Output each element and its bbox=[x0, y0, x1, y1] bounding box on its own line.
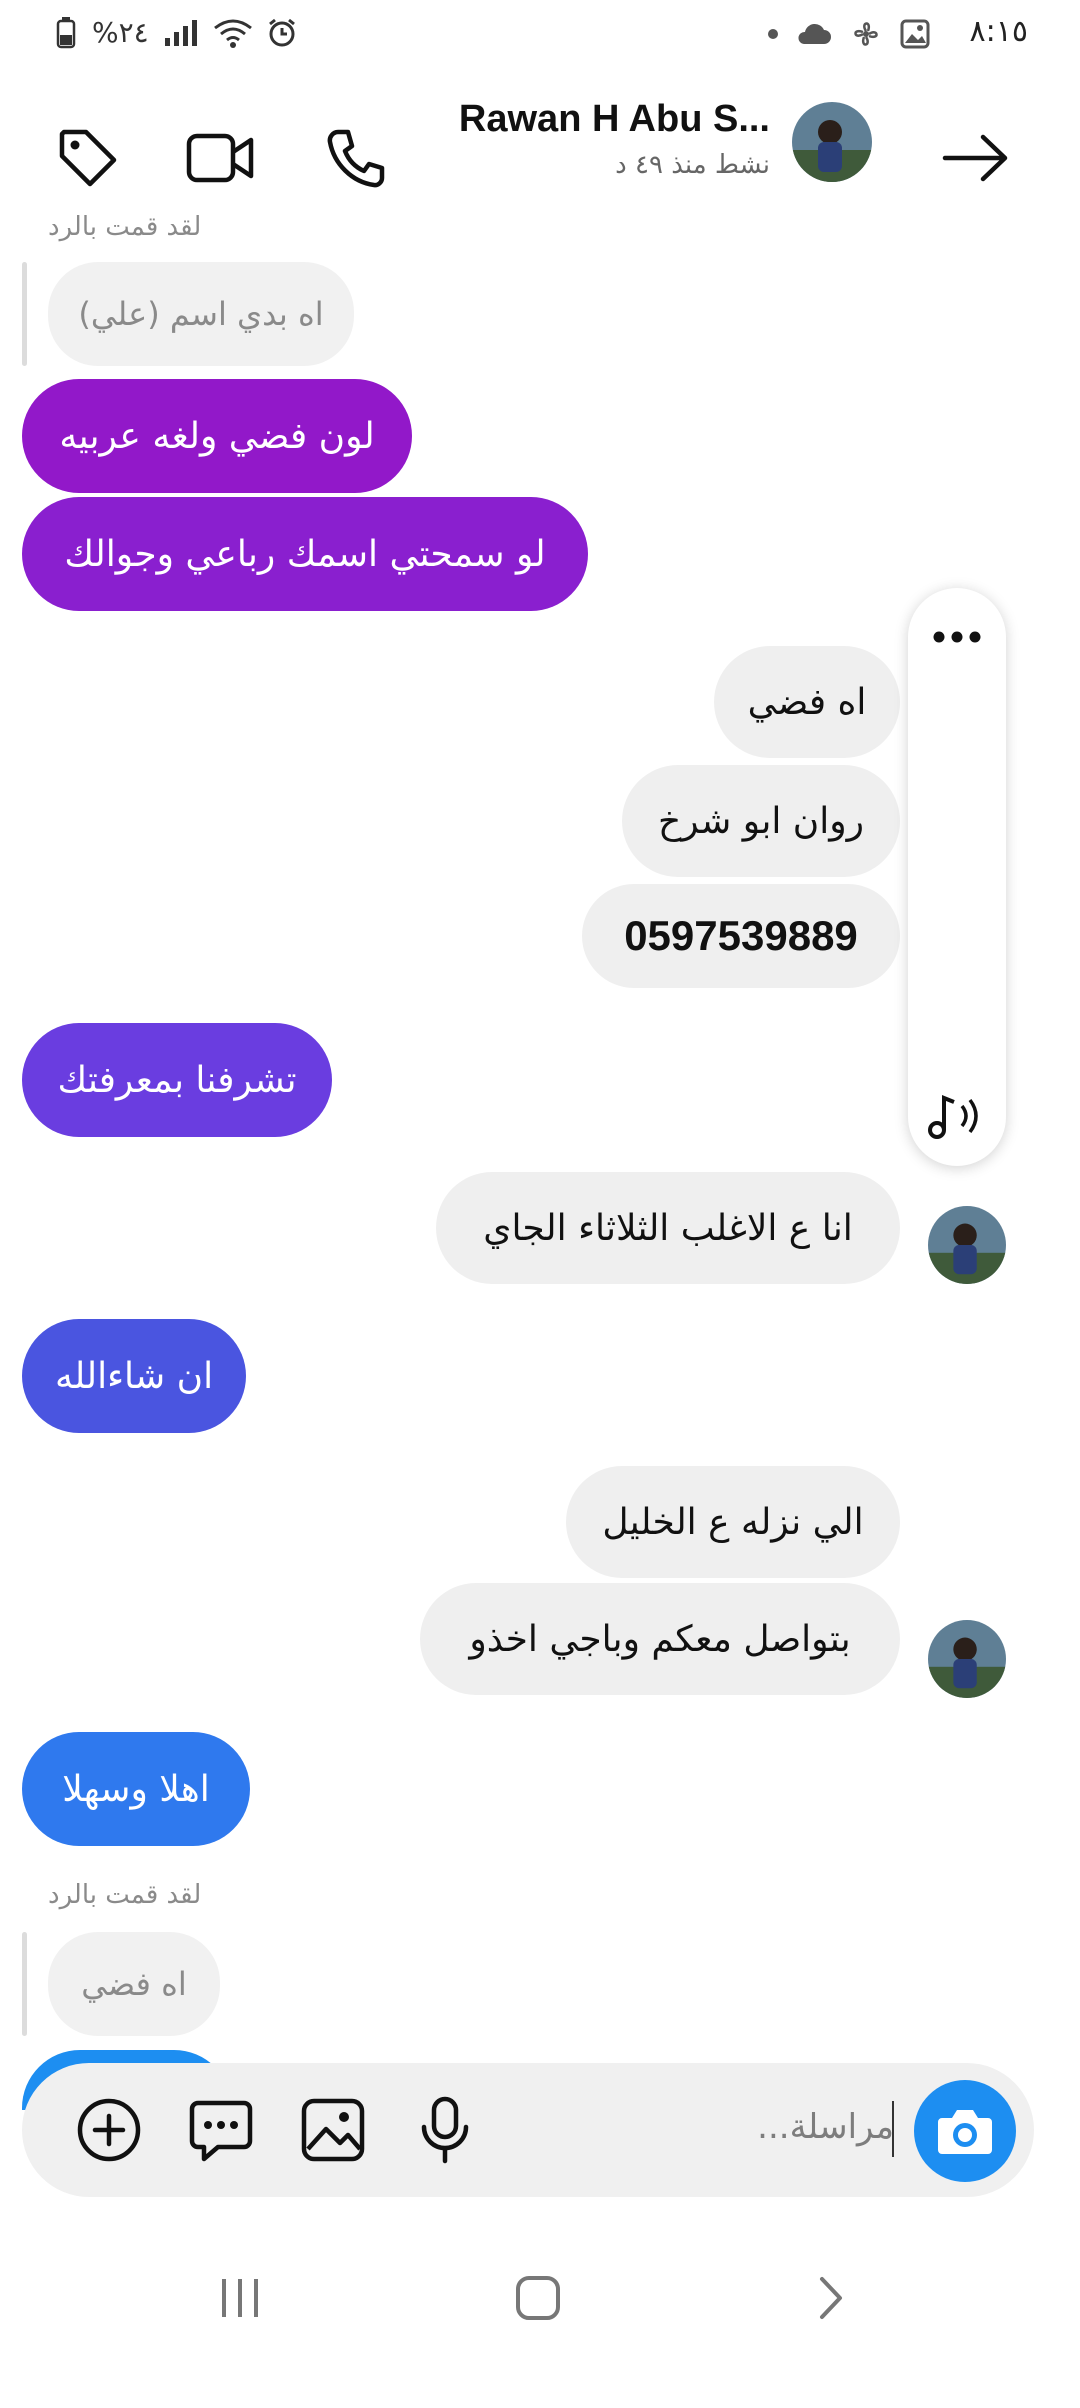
wifi-icon bbox=[213, 19, 252, 48]
arrow-right-icon bbox=[942, 134, 1008, 182]
notification-dot bbox=[768, 29, 778, 39]
sent-message[interactable]: اهلا وسهلا bbox=[22, 1732, 250, 1846]
video-icon bbox=[186, 133, 254, 183]
chat-header: Rawan H Abu S... نشط منذ ٤٩ د bbox=[0, 80, 1080, 220]
alarm-icon bbox=[268, 18, 295, 46]
tag-button[interactable] bbox=[50, 120, 126, 196]
sent-message[interactable]: لو سمحتي اسمك رباعي وجوالك bbox=[22, 497, 588, 611]
received-message[interactable]: الي نزله ع الخليل bbox=[566, 1466, 900, 1578]
battery-percent: %٢٤ bbox=[92, 16, 149, 49]
fan-icon bbox=[854, 22, 878, 46]
chevron-right-icon bbox=[820, 2277, 842, 2319]
received-message-phone[interactable]: 0597539889 bbox=[582, 884, 900, 988]
back-button[interactable] bbox=[938, 120, 1014, 196]
status-bar: %٢٤ ٨:١٥ bbox=[0, 0, 1080, 70]
text-cursor bbox=[892, 2101, 894, 2157]
add-button[interactable] bbox=[72, 2093, 146, 2167]
replied-label: لقد قمت بالرد bbox=[48, 212, 202, 242]
reply-quote[interactable]: اه فضي bbox=[48, 1932, 220, 2036]
recent-apps-button[interactable] bbox=[210, 2268, 270, 2328]
sent-message[interactable]: تشرفنا بمعرفتك bbox=[22, 1023, 332, 1137]
phone-icon bbox=[327, 129, 385, 188]
home-icon bbox=[516, 2276, 560, 2320]
sender-avatar[interactable] bbox=[928, 1620, 1006, 1698]
chat-bubble-icon bbox=[189, 2100, 253, 2162]
plus-circle-icon bbox=[77, 2098, 141, 2162]
camera-icon bbox=[938, 2110, 992, 2154]
recents-icon bbox=[222, 2279, 258, 2317]
status-right bbox=[768, 18, 930, 50]
reaction-popup bbox=[908, 588, 1006, 1166]
reply-bar bbox=[22, 262, 27, 366]
system-nav-bar bbox=[0, 2230, 1080, 2350]
audio-button[interactable] bbox=[926, 1088, 988, 1144]
received-message[interactable]: انا ع الاغلب الثلاثاء الجاي bbox=[436, 1172, 900, 1284]
received-message[interactable]: بتواصل معكم وباجي اخذو bbox=[420, 1583, 900, 1695]
sent-message[interactable]: لون فضي ولغه عربيه bbox=[22, 379, 412, 493]
status-left: %٢٤ bbox=[56, 16, 297, 49]
message-input[interactable]: مراسلة... bbox=[757, 2107, 894, 2147]
video-call-button[interactable] bbox=[182, 120, 258, 196]
contact-name[interactable]: Rawan H Abu S... bbox=[459, 98, 770, 141]
back-nav-button[interactable] bbox=[800, 2268, 860, 2328]
replied-label: لقد قمت بالرد bbox=[48, 1880, 202, 1910]
reply-quote[interactable]: اه بدي اسم (علي) bbox=[48, 262, 354, 366]
more-icon bbox=[933, 631, 981, 643]
camera-button[interactable] bbox=[914, 2080, 1016, 2182]
home-button[interactable] bbox=[508, 2268, 568, 2328]
voice-call-button[interactable] bbox=[318, 120, 394, 196]
avatar-image bbox=[928, 1620, 1006, 1698]
avatar-image bbox=[792, 102, 872, 182]
more-options-button[interactable] bbox=[930, 628, 984, 646]
reply-bar bbox=[22, 1932, 27, 2036]
activity-status: نشط منذ ٤٩ د bbox=[615, 150, 770, 180]
gallery-button[interactable] bbox=[296, 2093, 370, 2167]
received-message[interactable]: روان ابو شرخ bbox=[622, 765, 900, 877]
sent-message[interactable]: ان شاءالله bbox=[22, 1319, 246, 1433]
clock: ٨:١٥ bbox=[969, 14, 1028, 49]
signal-icon bbox=[164, 19, 197, 46]
image-icon bbox=[301, 2098, 365, 2162]
battery-icon bbox=[56, 16, 76, 48]
music-sound-icon bbox=[928, 1095, 978, 1139]
avatar-image bbox=[928, 1206, 1006, 1284]
contact-avatar[interactable] bbox=[792, 102, 872, 182]
tag-icon bbox=[59, 129, 117, 187]
voice-message-button[interactable] bbox=[408, 2093, 482, 2167]
sticker-button[interactable] bbox=[184, 2093, 258, 2167]
message-composer: مراسلة... bbox=[22, 2063, 1034, 2197]
sender-avatar[interactable] bbox=[928, 1206, 1006, 1284]
microphone-icon bbox=[421, 2096, 469, 2164]
received-message[interactable]: اه فضي bbox=[714, 646, 900, 758]
cloud-icon bbox=[798, 23, 831, 44]
gallery-icon bbox=[900, 19, 930, 49]
